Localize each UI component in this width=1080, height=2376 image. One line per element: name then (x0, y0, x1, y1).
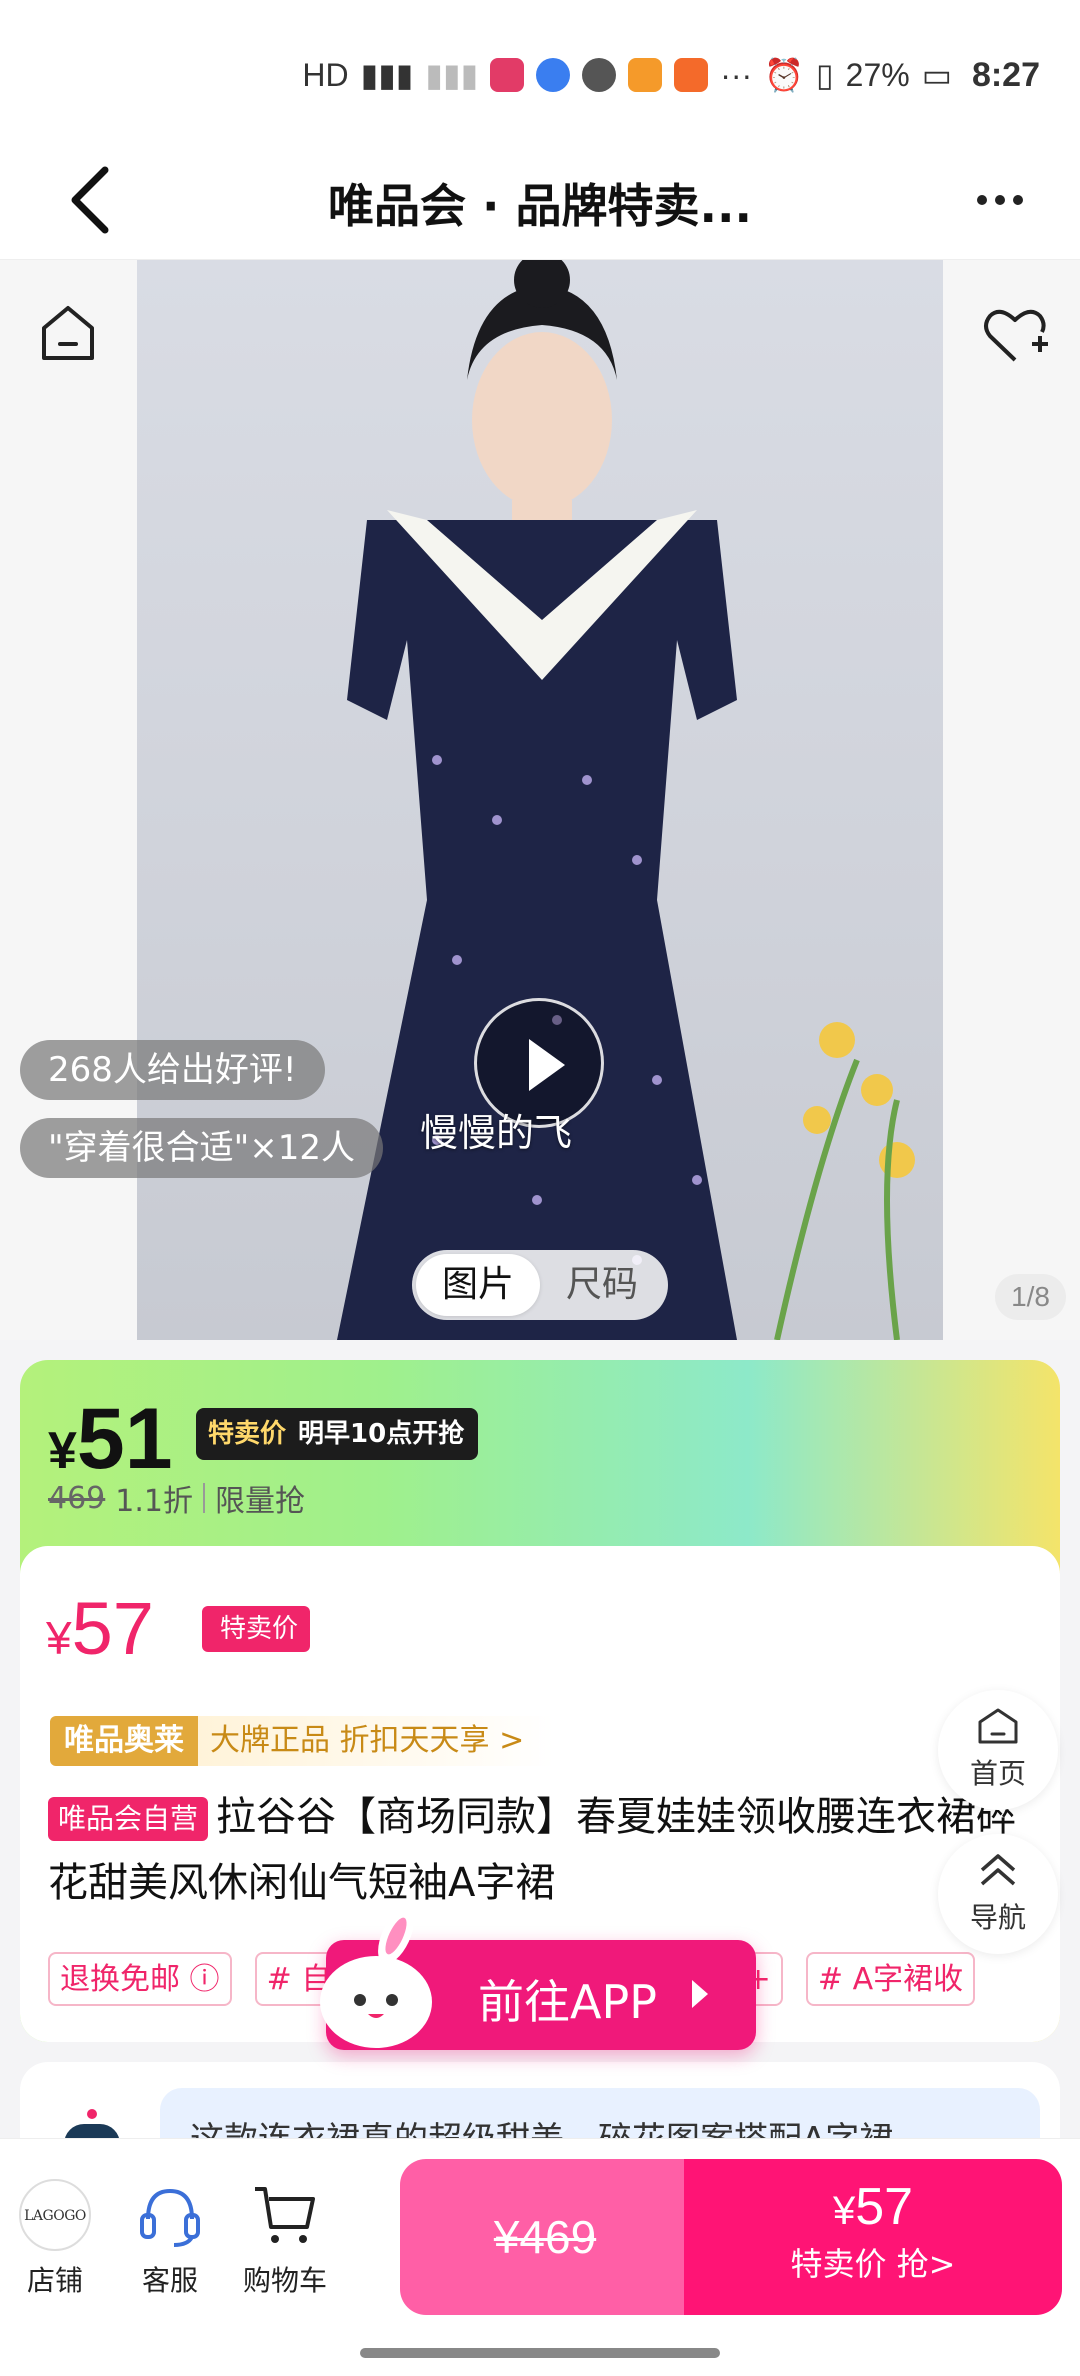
cart-button[interactable]: 购物车 (230, 2179, 340, 2299)
flash-tag-label: 特卖价 (208, 1419, 287, 1449)
app-notification-icon (536, 58, 571, 92)
side-nav-label: 导航 (969, 1901, 1026, 1934)
original-price: 469 (48, 1480, 106, 1516)
app-notification-icon (582, 58, 617, 92)
more-options-button[interactable] (960, 170, 1040, 230)
arrow-right-icon (692, 1980, 708, 2008)
review-count-pill[interactable]: 268人给出好评! (20, 1040, 325, 1100)
dot-icon (1013, 195, 1023, 205)
cart-icon (255, 2187, 315, 2243)
buy-now-button[interactable]: ¥57 特卖价 抢> (684, 2159, 1062, 2315)
hd-icon: HD (302, 56, 349, 93)
side-home-button[interactable]: 首页 (938, 1690, 1058, 1810)
app-notification-icon (490, 58, 525, 92)
open-app-label: 前往APP (478, 1975, 657, 2029)
flash-sale-banner: ¥51 特卖价 明早10点开抢 469 1.1折 限量抢 (20, 1360, 1060, 1550)
vibrate-icon: ▯ (816, 57, 834, 93)
tab-size[interactable]: 尺码 (540, 1254, 664, 1316)
flash-time-tag: 特卖价 明早10点开抢 (196, 1408, 479, 1460)
limit-label: 限量抢 (214, 1484, 305, 1519)
chip-free-return[interactable]: 退换免邮 ⓘ (48, 1952, 232, 2006)
more-notifications-icon: ··· (720, 56, 753, 93)
dot-icon (995, 195, 1005, 205)
gallery-tab-switch: 图片 尺码 (412, 1250, 668, 1320)
battery-percent: 27% (845, 56, 910, 93)
product-title: 唯品会自营 拉谷谷【商场同款】春夏娃娃领收腰连衣裙碎花甜美风休闲仙气短袖A字裙 (48, 1784, 1028, 1916)
current-price-tag: 特卖价 (202, 1606, 311, 1652)
home-icon (978, 1708, 1018, 1744)
customer-service-button[interactable]: 客服 (115, 2179, 225, 2299)
page-header: 唯品会 · 品牌特卖... (0, 140, 1080, 260)
photo-caption: 慢慢的飞 (420, 1111, 573, 1155)
chip-aline[interactable]: # A字裙收 (805, 1952, 976, 2006)
product-gallery[interactable]: 268人给出好评! "穿着很合适"×12人 慢慢的飞 图片 尺码 1/8 (0, 260, 1080, 1340)
divider (202, 1483, 205, 1513)
discount: 1.1折 (115, 1484, 193, 1519)
cart-label: 购物车 (242, 2264, 327, 2297)
status-bar: HD ▮▮▮ ▮▮▮ ··· ⏰ ▯ 27% ▭ 8:27 (0, 0, 1080, 140)
battery-icon: ▭ (921, 57, 952, 93)
flash-time: 明早10点开抢 (298, 1419, 465, 1449)
signal-icon-2: ▮▮▮ (425, 57, 479, 93)
store-button[interactable]: LAGOGO 店铺 (0, 2179, 110, 2299)
outlet-slogan: 大牌正品 折扣天天享 > (198, 1716, 555, 1766)
current-price: ¥57 (46, 1587, 154, 1670)
side-nav-button[interactable]: 导航 (938, 1834, 1058, 1954)
original-price-button[interactable]: ¥469 (400, 2159, 690, 2315)
signal-icon: ▮▮▮ (360, 57, 414, 93)
chevron-left-icon (71, 166, 109, 234)
dot-icon (977, 195, 987, 205)
headset-icon (140, 2188, 200, 2247)
back-button[interactable] (55, 160, 135, 240)
buy-price: ¥57 (832, 2178, 914, 2236)
original-price-label: ¥469 (493, 2211, 597, 2263)
tab-photos[interactable]: 图片 (416, 1254, 540, 1316)
service-label: 客服 (141, 2264, 198, 2297)
favorite-add-icon[interactable] (980, 300, 1050, 370)
status-icons: HD ▮▮▮ ▮▮▮ ··· ⏰ ▯ 27% ▭ 8:27 (302, 52, 1040, 98)
open-app-button[interactable]: 前往APP (320, 1910, 756, 2050)
page-title: 唯品会 · 品牌特卖... (328, 179, 752, 233)
clock: 8:27 (971, 55, 1040, 94)
review-quote-pill[interactable]: "穿着很合适"×12人 (20, 1118, 384, 1178)
app-notification-icon (674, 58, 709, 92)
outlet-badge: 唯品奥莱 (50, 1716, 198, 1766)
home-indicator (360, 2348, 720, 2358)
side-home-label: 首页 (969, 1757, 1026, 1790)
chevron-up-double-icon (980, 1854, 1016, 1886)
alarm-icon: ⏰ (764, 57, 805, 93)
store-logo: LAGOGO (19, 2179, 91, 2251)
store-label: 店铺 (26, 2264, 83, 2297)
rabbit-mascot-icon (320, 1910, 432, 2048)
buy-label: 特卖价 抢> (790, 2245, 956, 2283)
bottom-action-bar: LAGOGO 店铺 客服 购物车 ¥469 ¥57 特卖价 抢> (0, 2138, 1080, 2376)
self-operated-tag: 唯品会自营 (48, 1797, 209, 1841)
image-counter: 1/8 (995, 1274, 1066, 1320)
original-price-line: 469 1.1折 限量抢 (48, 1476, 305, 1520)
app-notification-icon (628, 58, 663, 92)
flash-price: ¥51 (48, 1391, 173, 1487)
product-photo[interactable] (137, 260, 943, 1340)
outlet-banner[interactable]: 唯品奥莱 大牌正品 折扣天天享 > (50, 1716, 555, 1766)
model-illustration (337, 260, 915, 1340)
store-home-icon[interactable] (36, 300, 100, 364)
product-page: HD ▮▮▮ ▮▮▮ ··· ⏰ ▯ 27% ▭ 8:27 唯品会 · 品牌特卖… (0, 0, 1080, 2376)
